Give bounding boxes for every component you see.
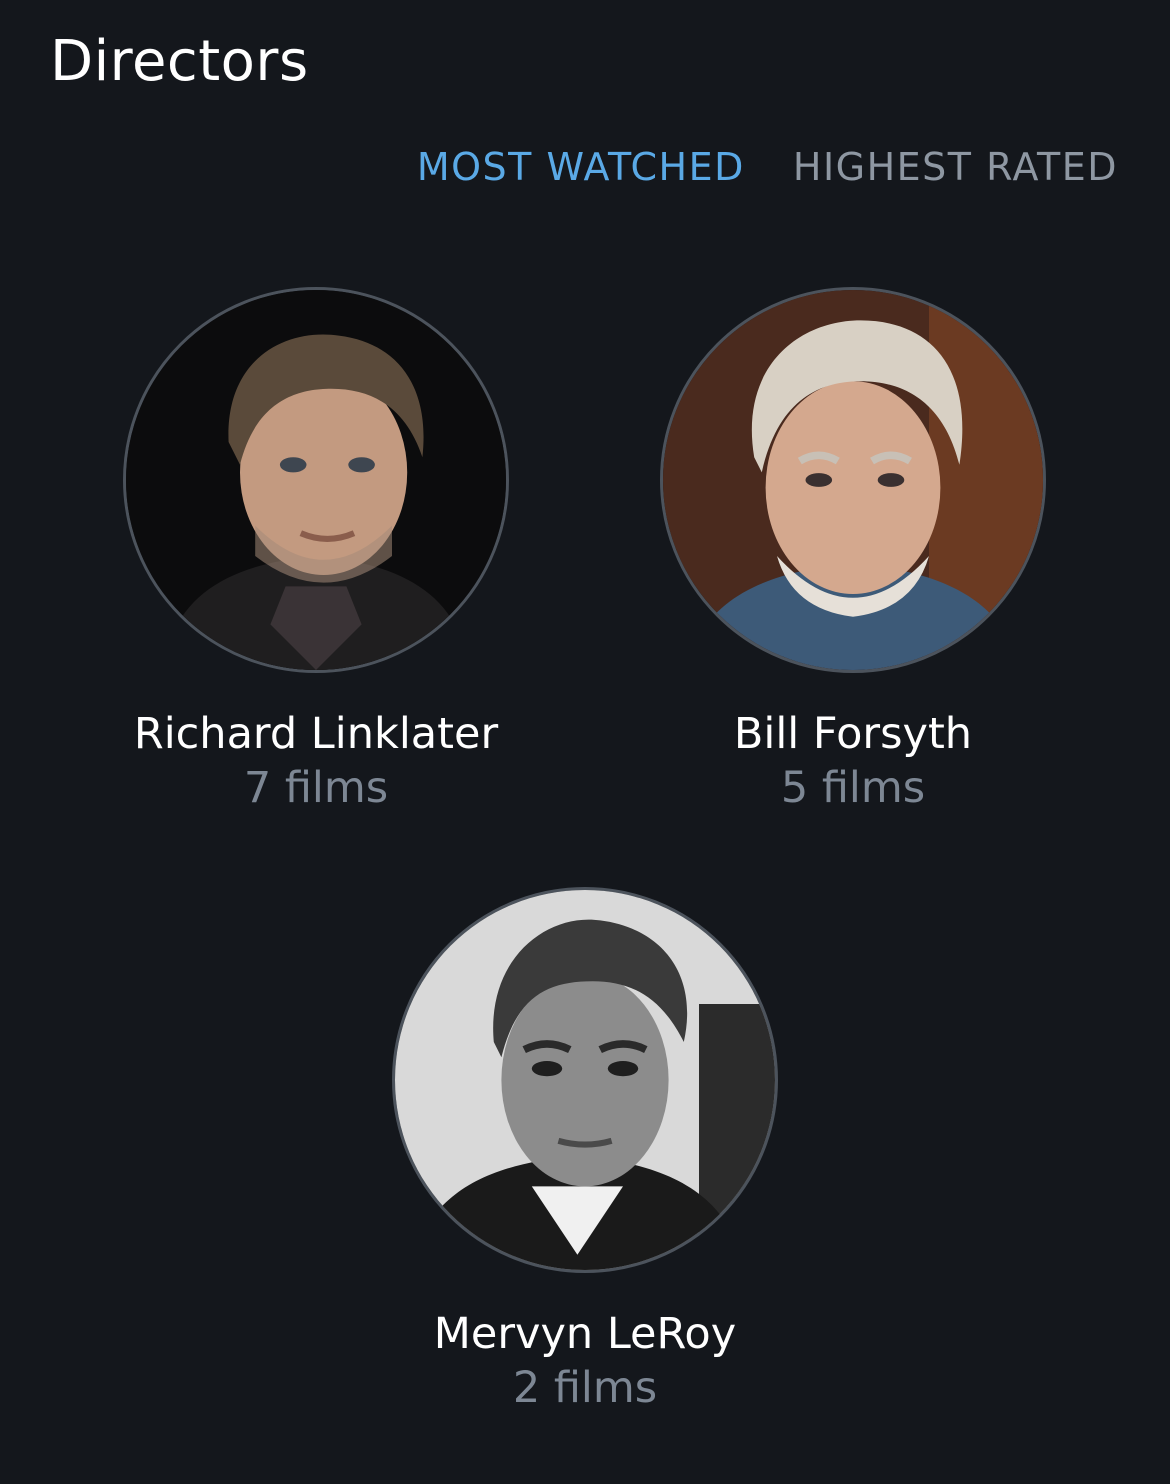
person-portrait-icon [126, 290, 506, 670]
director-photo[interactable] [392, 887, 778, 1273]
director-name: Richard Linklater [133, 709, 499, 759]
sort-tabs: MOST WATCHED HIGHEST RATED [417, 143, 1118, 191]
film-count: 2 films [512, 1363, 658, 1413]
film-count: 5 films [780, 763, 926, 813]
person-portrait-icon [663, 290, 1043, 670]
director-photo[interactable] [123, 287, 509, 673]
person-portrait-icon [395, 890, 775, 1270]
director-name: Mervyn LeRoy [433, 1309, 737, 1359]
tab-highest-rated[interactable]: HIGHEST RATED [793, 143, 1118, 191]
page-title: Directors [50, 29, 309, 94]
director-name: Bill Forsyth [733, 709, 973, 759]
director-card-richard-linklater[interactable]: Richard Linklater 7 films [36, 287, 596, 815]
director-photo[interactable] [660, 287, 1046, 673]
tab-most-watched[interactable]: MOST WATCHED [417, 143, 745, 191]
director-card-mervyn-leroy[interactable]: Mervyn LeRoy 2 films [305, 887, 865, 1415]
director-card-bill-forsyth[interactable]: Bill Forsyth 5 films [573, 287, 1133, 815]
film-count: 7 films [243, 763, 389, 813]
